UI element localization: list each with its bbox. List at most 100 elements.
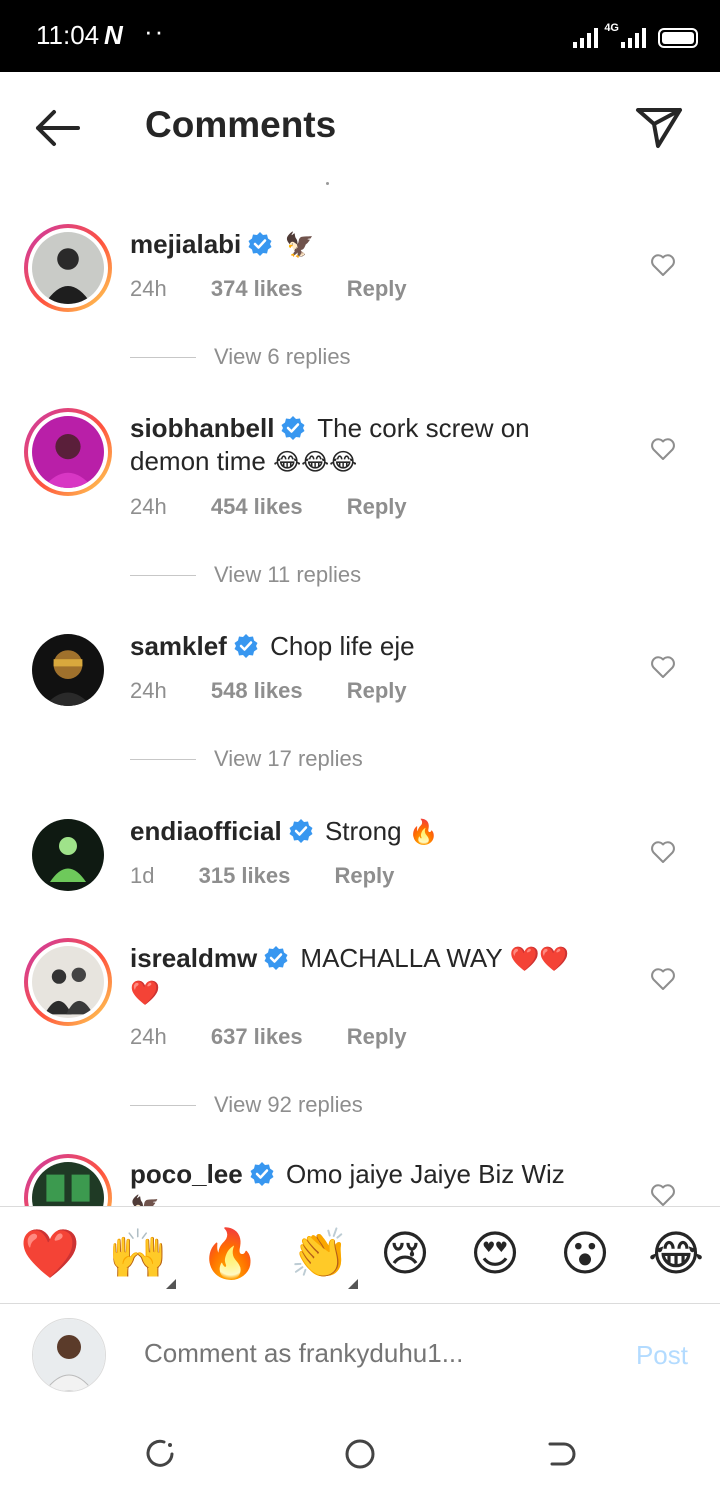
verified-badge-icon bbox=[234, 634, 258, 658]
post-button[interactable]: Post bbox=[636, 1340, 688, 1371]
comment-text: siobhanbell The cork screw on demon time… bbox=[130, 412, 600, 479]
avatar[interactable] bbox=[24, 938, 112, 1026]
comment-meta: 24h 374 likes Reply bbox=[130, 276, 445, 302]
emoji-clapping-hands[interactable]: 👏 bbox=[290, 1227, 358, 1289]
view-replies-label: View 92 replies bbox=[214, 1092, 363, 1117]
comment-meta: 1d 315 likes Reply bbox=[130, 863, 432, 889]
view-replies-label: View 11 replies bbox=[214, 562, 362, 587]
comment-emoji: ❤️❤️ bbox=[509, 946, 570, 973]
view-replies-button[interactable]: View 11 replies bbox=[130, 562, 361, 588]
reply-button[interactable]: Reply bbox=[347, 678, 407, 703]
verified-badge-icon bbox=[264, 946, 288, 970]
comment-meta: 24h 548 likes Reply bbox=[130, 678, 445, 704]
emoji-surprised-face[interactable]: 😮 bbox=[560, 1227, 610, 1283]
back-button[interactable] bbox=[28, 104, 84, 152]
comment-meta: 24h 454 likes Reply bbox=[130, 494, 445, 520]
avatar[interactable] bbox=[24, 626, 112, 714]
emoji-clapping-glyph: 👏 bbox=[290, 1228, 350, 1281]
status-indicators: 4G bbox=[573, 22, 698, 48]
scroll-indicator bbox=[326, 182, 329, 185]
emoji-fire[interactable]: 🔥 bbox=[200, 1227, 260, 1283]
comment-emoji: 🦅 bbox=[284, 232, 315, 259]
heart-outline-icon[interactable] bbox=[650, 966, 676, 992]
heart-outline-icon[interactable] bbox=[650, 1182, 676, 1206]
heart-outline-icon[interactable] bbox=[650, 436, 676, 462]
comment-message: The cork screw on bbox=[317, 413, 530, 443]
network-type: 4G bbox=[604, 22, 619, 34]
emoji-tears-of-joy[interactable]: 😂 bbox=[648, 1227, 704, 1283]
comment-emoji-line2: 🦅 bbox=[130, 1195, 160, 1206]
comment-message: MACHALLA WAY bbox=[300, 943, 503, 973]
share-button[interactable] bbox=[634, 102, 684, 152]
emoji-red-heart[interactable]: ❤️ bbox=[20, 1227, 80, 1283]
verified-badge-icon bbox=[248, 232, 272, 256]
comment-message-line2: demon time bbox=[130, 446, 266, 476]
comment-message: Strong bbox=[324, 816, 402, 846]
signal-icon bbox=[573, 24, 599, 48]
avatar[interactable] bbox=[24, 224, 112, 312]
comment-input[interactable] bbox=[144, 1338, 584, 1369]
comment-emoji: 😂😂😂 bbox=[273, 449, 358, 476]
comment-emoji: 🔥 bbox=[408, 819, 439, 846]
comment-emoji-line2: ❤️ bbox=[130, 980, 160, 1007]
emoji-quick-bar: ❤️ 🙌 🔥 👏 😢 😍 😮 😂 bbox=[0, 1206, 720, 1304]
view-replies-label: View 6 replies bbox=[214, 344, 351, 369]
home-icon[interactable] bbox=[342, 1436, 378, 1472]
comments-list[interactable]: mejialabi 🦅 24h 374 likes Reply View 6 r… bbox=[0, 186, 720, 1206]
reply-button[interactable]: Reply bbox=[347, 494, 407, 519]
emoji-crying-face[interactable]: 😢 bbox=[380, 1227, 430, 1283]
comment-username[interactable]: samklef bbox=[130, 631, 227, 661]
back-nav-icon[interactable] bbox=[542, 1436, 578, 1472]
comment-message: Omo jaiye Jaiye Biz Wiz bbox=[285, 1159, 565, 1189]
comment-text: endiaofficial Strong 🔥 bbox=[130, 815, 600, 849]
view-replies-button[interactable]: View 6 replies bbox=[130, 344, 351, 370]
comment-composer: Post bbox=[0, 1304, 720, 1408]
emoji-raising-hands[interactable]: 🙌 bbox=[108, 1227, 176, 1289]
like-count[interactable]: 315 likes bbox=[199, 863, 291, 888]
comment-username[interactable]: mejialabi bbox=[130, 229, 241, 259]
recents-icon[interactable] bbox=[142, 1436, 178, 1472]
more-notifications-icon: ·· bbox=[144, 16, 166, 46]
verified-badge-icon bbox=[281, 416, 305, 440]
reply-button[interactable]: Reply bbox=[347, 276, 407, 301]
send-icon bbox=[636, 108, 682, 148]
reply-button[interactable]: Reply bbox=[347, 1024, 407, 1049]
avatar[interactable] bbox=[24, 1154, 112, 1206]
reply-button[interactable]: Reply bbox=[334, 863, 394, 888]
comment-username[interactable]: siobhanbell bbox=[130, 413, 274, 443]
comment-time: 1d bbox=[130, 863, 155, 888]
like-count[interactable]: 637 likes bbox=[211, 1024, 303, 1049]
emoji-heart-eyes[interactable]: 😍 bbox=[470, 1227, 520, 1283]
page-title: Comments bbox=[145, 104, 337, 145]
comment-username[interactable]: poco_lee bbox=[130, 1159, 243, 1189]
header: Comments bbox=[0, 72, 720, 182]
verified-badge-icon bbox=[289, 819, 313, 843]
divider bbox=[130, 758, 196, 760]
heart-outline-icon[interactable] bbox=[650, 839, 676, 865]
like-count[interactable]: 548 likes bbox=[211, 678, 303, 703]
divider bbox=[130, 356, 196, 358]
heart-outline-icon[interactable] bbox=[650, 654, 676, 680]
like-count[interactable]: 374 likes bbox=[211, 276, 303, 301]
arrow-left-icon bbox=[36, 110, 80, 146]
divider bbox=[130, 1104, 196, 1106]
skin-tone-indicator bbox=[165, 1279, 176, 1289]
view-replies-button[interactable]: View 17 replies bbox=[130, 746, 363, 772]
comment-time: 24h bbox=[130, 678, 167, 703]
skin-tone-indicator bbox=[347, 1279, 358, 1289]
verified-badge-icon bbox=[250, 1162, 274, 1186]
comment-username[interactable]: isrealdmw bbox=[130, 943, 257, 973]
status-time: 11:04 bbox=[36, 20, 100, 50]
my-avatar bbox=[32, 1318, 106, 1392]
view-replies-label: View 17 replies bbox=[214, 746, 363, 771]
avatar[interactable] bbox=[24, 408, 112, 496]
comment-text: mejialabi 🦅 bbox=[130, 228, 600, 262]
heart-outline-icon[interactable] bbox=[650, 252, 676, 278]
comment-username[interactable]: endiaofficial bbox=[130, 816, 282, 846]
comment-meta: 24h 637 likes Reply bbox=[130, 1024, 445, 1050]
comment-text: poco_lee Omo jaiye Jaiye Biz Wiz 🦅 bbox=[130, 1158, 600, 1206]
avatar[interactable] bbox=[24, 811, 112, 899]
like-count[interactable]: 454 likes bbox=[211, 494, 303, 519]
view-replies-button[interactable]: View 92 replies bbox=[130, 1092, 363, 1118]
comment-text: samklef Chop life eje bbox=[130, 630, 600, 663]
